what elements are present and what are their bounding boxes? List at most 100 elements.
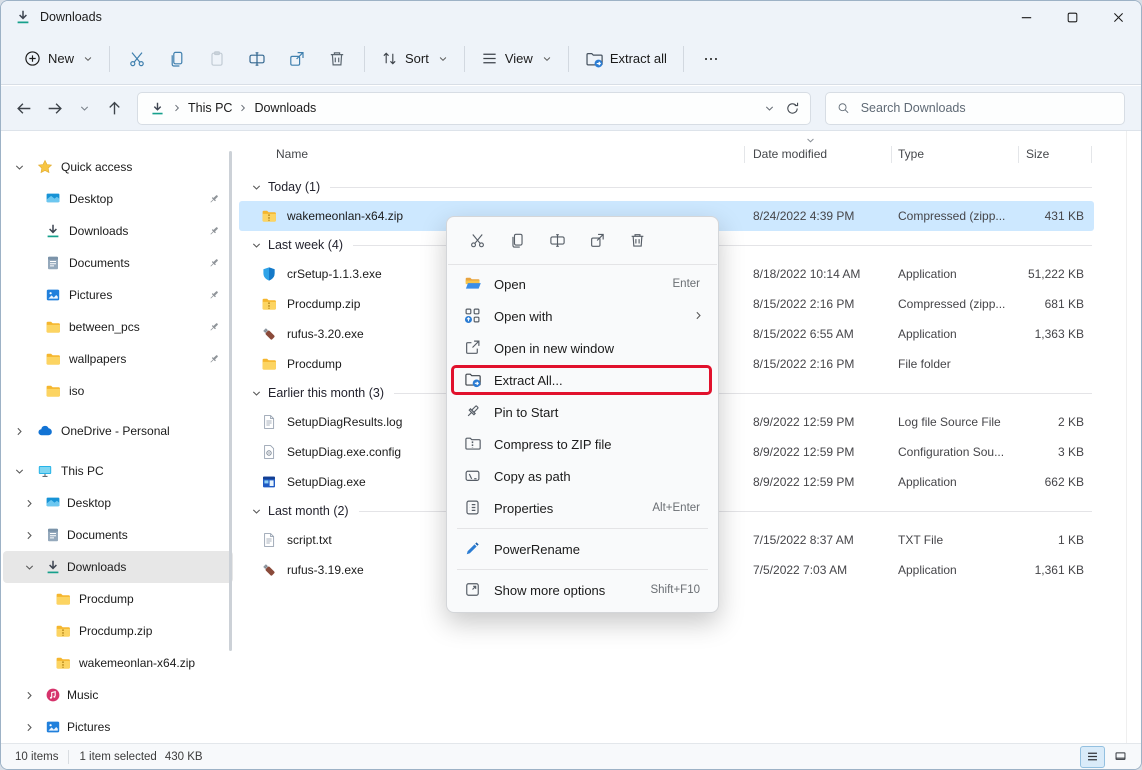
sidebar-item-pc-procdump[interactable]: Procdump bbox=[3, 583, 233, 615]
chevron-right-icon[interactable] bbox=[13, 426, 25, 437]
sidebar-item-pc-pictures[interactable]: Pictures bbox=[3, 711, 233, 743]
address-bar: This PC Downloads bbox=[1, 86, 1141, 131]
sidebar-item-pc-downloads[interactable]: Downloads bbox=[3, 551, 233, 583]
cut-icon[interactable] bbox=[457, 225, 497, 255]
sidebar-scrollbar[interactable] bbox=[229, 151, 232, 651]
context-menu-item-properties[interactable]: Properties Alt+Enter bbox=[451, 492, 714, 524]
search-input[interactable] bbox=[859, 100, 1113, 116]
folder-icon bbox=[261, 356, 277, 372]
close-button[interactable] bbox=[1095, 1, 1141, 33]
search-box[interactable] bbox=[825, 92, 1125, 125]
downloads-icon bbox=[45, 223, 61, 239]
column-header-date-modified[interactable]: Date modified bbox=[753, 147, 827, 161]
status-bar: 10 items 1 item selected 430 KB bbox=[1, 743, 1141, 769]
sidebar-item-pc-wakemeonlan-zip[interactable]: wakemeonlan-x64.zip bbox=[3, 647, 233, 679]
sidebar-item-between-pcs[interactable]: between_pcs bbox=[3, 311, 233, 343]
zip-folder-icon bbox=[55, 655, 71, 671]
chevron-down-icon[interactable] bbox=[13, 466, 25, 477]
copy-icon[interactable] bbox=[157, 41, 197, 77]
address-dropdown-chevron[interactable] bbox=[764, 103, 775, 114]
context-menu-item-open-in-new-window[interactable]: Open in new window bbox=[451, 332, 714, 364]
share-icon[interactable] bbox=[277, 41, 317, 77]
navigation-pane: Quick access Desktop Downloads Documents… bbox=[1, 131, 235, 743]
pictures-icon bbox=[45, 719, 61, 735]
column-headers: Name Date modified Type Size bbox=[239, 139, 1109, 169]
show-more-options-icon bbox=[464, 581, 481, 598]
context-menu-item-pin-to-start[interactable]: Pin to Start bbox=[451, 396, 714, 428]
sidebar-item-wallpapers[interactable]: wallpapers bbox=[3, 343, 233, 375]
forward-button[interactable] bbox=[39, 93, 69, 123]
refresh-icon[interactable] bbox=[785, 101, 800, 116]
details-view-toggle[interactable] bbox=[1080, 746, 1105, 768]
column-header-type[interactable]: Type bbox=[898, 147, 924, 161]
see-more-button[interactable] bbox=[691, 41, 731, 77]
view-button[interactable]: View bbox=[472, 43, 561, 74]
context-menu: Open Enter Open with Open in new window … bbox=[446, 216, 719, 613]
context-menu-item-extract-all[interactable]: Extract All... bbox=[451, 364, 714, 396]
sidebar-item-desktop[interactable]: Desktop bbox=[3, 183, 233, 215]
sidebar-item-pc-procdump-zip[interactable]: Procdump.zip bbox=[3, 615, 233, 647]
recent-locations-chevron[interactable] bbox=[69, 93, 99, 123]
sidebar-item-iso[interactable]: iso bbox=[3, 375, 233, 407]
column-header-name[interactable]: Name bbox=[276, 147, 308, 161]
extract-all-button[interactable]: Extract all bbox=[576, 43, 676, 75]
share-icon[interactable] bbox=[577, 225, 617, 255]
new-button[interactable]: New bbox=[15, 43, 102, 74]
zip-folder-icon bbox=[261, 296, 277, 312]
copy-as-path-icon bbox=[464, 467, 481, 484]
pin-icon bbox=[208, 225, 220, 237]
column-header-size[interactable]: Size bbox=[1026, 147, 1049, 161]
back-button[interactable] bbox=[9, 93, 39, 123]
open-folder-icon bbox=[464, 275, 481, 292]
sidebar-item-this-pc[interactable]: This PC bbox=[3, 455, 233, 487]
delete-icon[interactable] bbox=[317, 41, 357, 77]
context-menu-item-open-with[interactable]: Open with bbox=[451, 300, 714, 332]
pin-icon bbox=[208, 257, 220, 269]
delete-icon[interactable] bbox=[617, 225, 657, 255]
sidebar-item-pc-documents[interactable]: Documents bbox=[3, 519, 233, 551]
list-scrollbar-track[interactable] bbox=[1126, 131, 1127, 743]
chevron-right-icon[interactable] bbox=[23, 690, 35, 701]
desktop-icon bbox=[45, 495, 61, 511]
sidebar-item-pc-desktop[interactable]: Desktop bbox=[3, 487, 233, 519]
context-menu-item-compress-to-zip[interactable]: Compress to ZIP file bbox=[451, 428, 714, 460]
context-menu-item-open[interactable]: Open Enter bbox=[451, 268, 714, 300]
paste-icon[interactable] bbox=[197, 41, 237, 77]
selection-size: 430 KB bbox=[165, 751, 203, 763]
item-count: 10 items bbox=[15, 751, 58, 763]
chevron-right-icon bbox=[693, 310, 704, 321]
sort-button[interactable]: Sort bbox=[372, 43, 457, 74]
context-menu-item-powerrename[interactable]: PowerRename bbox=[451, 533, 714, 565]
rename-icon[interactable] bbox=[537, 225, 577, 255]
sidebar-item-documents[interactable]: Documents bbox=[3, 247, 233, 279]
extract-all-icon bbox=[464, 371, 481, 388]
breadcrumb-this-pc[interactable]: This PC bbox=[182, 97, 238, 119]
chevron-down-icon bbox=[251, 182, 262, 193]
maximize-button[interactable] bbox=[1049, 1, 1095, 33]
window-tab: Downloads bbox=[1, 9, 102, 25]
chevron-down-icon bbox=[542, 54, 552, 64]
breadcrumb[interactable]: This PC Downloads bbox=[137, 92, 811, 125]
chevron-right-icon[interactable] bbox=[23, 498, 35, 509]
context-menu-item-copy-as-path[interactable]: Copy as path bbox=[451, 460, 714, 492]
chevron-right-icon[interactable] bbox=[23, 530, 35, 541]
group-header-today[interactable]: Today (1) bbox=[239, 173, 1109, 201]
copy-icon[interactable] bbox=[497, 225, 537, 255]
chevron-right-icon[interactable] bbox=[23, 722, 35, 733]
breadcrumb-downloads[interactable]: Downloads bbox=[248, 97, 322, 119]
cut-icon[interactable] bbox=[117, 41, 157, 77]
chevron-down-icon[interactable] bbox=[23, 562, 35, 573]
chevron-down-icon[interactable] bbox=[13, 162, 25, 173]
context-menu-quick-actions bbox=[447, 217, 718, 261]
sidebar-item-pictures[interactable]: Pictures bbox=[3, 279, 233, 311]
pin-icon bbox=[208, 353, 220, 365]
context-menu-item-show-more-options[interactable]: Show more options Shift+F10 bbox=[451, 574, 714, 606]
minimize-button[interactable] bbox=[1003, 1, 1049, 33]
sidebar-item-pc-music[interactable]: Music bbox=[3, 679, 233, 711]
sidebar-item-downloads[interactable]: Downloads bbox=[3, 215, 233, 247]
sidebar-item-quick-access[interactable]: Quick access bbox=[3, 151, 233, 183]
rename-icon[interactable] bbox=[237, 41, 277, 77]
sidebar-item-onedrive[interactable]: OneDrive - Personal bbox=[3, 415, 233, 447]
up-button[interactable] bbox=[99, 93, 129, 123]
large-icons-view-toggle[interactable] bbox=[1108, 746, 1133, 768]
